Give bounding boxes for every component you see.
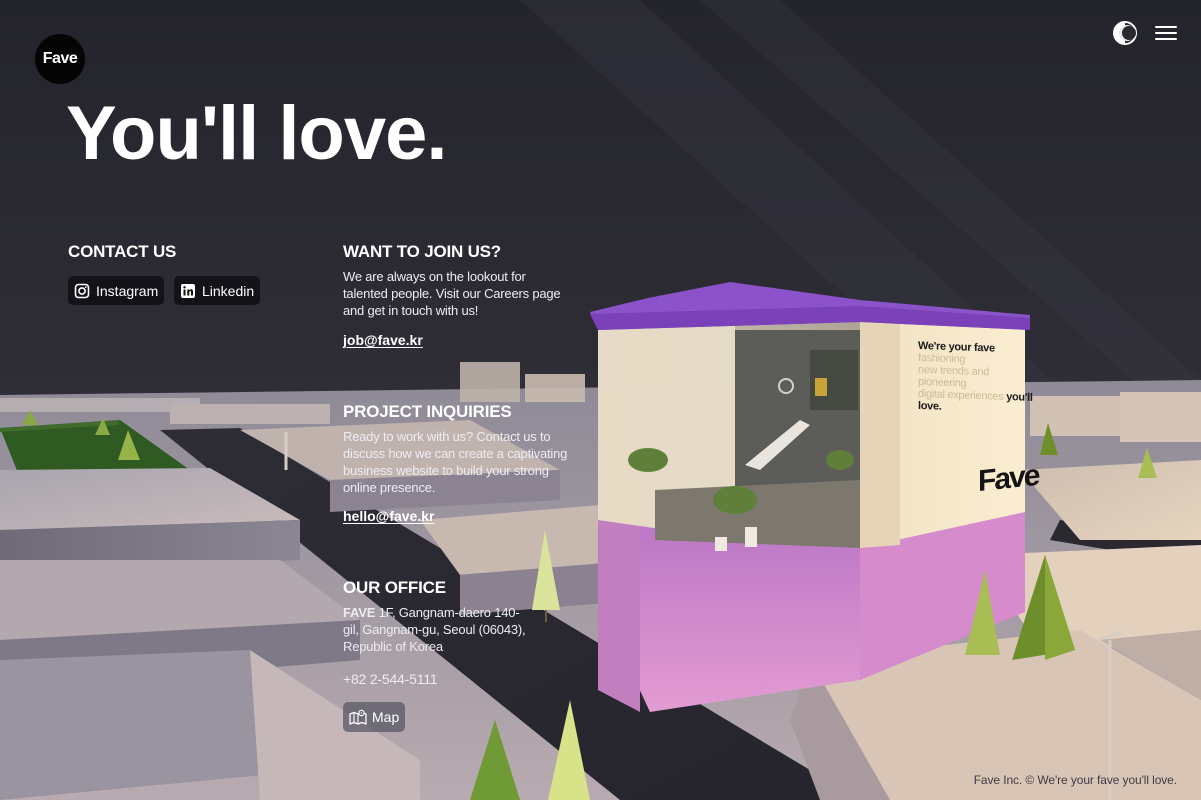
hello-email-link[interactable]: hello@fave.kr bbox=[343, 508, 434, 524]
inquiries-line: online presence. bbox=[343, 480, 436, 495]
inquiries-title: PROJECT INQUIRIES bbox=[343, 402, 512, 421]
join-description: We are always on the lookout for talente… bbox=[343, 268, 573, 319]
contact-title: CONTACT US bbox=[68, 242, 177, 261]
contrast-icon bbox=[1113, 21, 1137, 45]
instagram-button[interactable]: Instagram bbox=[68, 276, 165, 305]
theme-toggle-button[interactable] bbox=[1112, 20, 1138, 46]
fave-logo[interactable]: Fave bbox=[35, 34, 85, 84]
hero-title: You'll love. bbox=[66, 91, 448, 176]
office-title: OUR OFFICE bbox=[343, 578, 446, 597]
inquiries-line: business website to build your strong bbox=[343, 463, 549, 478]
map-label: Map bbox=[372, 709, 400, 725]
sign-bold-line: love. bbox=[918, 399, 942, 413]
inquiries-line: discuss how we can create a captivating bbox=[343, 446, 568, 461]
sign-bold-line: you'll bbox=[1006, 390, 1033, 404]
instagram-icon bbox=[74, 283, 90, 298]
address-line-1: FAVE 1F, Gangnam-daero 140- bbox=[343, 604, 543, 621]
building-sign: We're your fave fashioning new trends an… bbox=[918, 340, 1038, 416]
join-line: talented people. Visit our Careers page bbox=[343, 286, 561, 301]
sign-light-line: new trends and pioneering bbox=[918, 363, 990, 390]
map-icon bbox=[349, 709, 367, 725]
job-email-link[interactable]: job@fave.kr bbox=[343, 332, 423, 348]
company-name: FAVE bbox=[343, 605, 376, 620]
hamburger-line bbox=[1155, 32, 1177, 34]
instagram-label: Instagram bbox=[96, 282, 159, 299]
building-sign-logo: Fave bbox=[978, 458, 1039, 499]
office-phone[interactable]: +82 2-544-5111 bbox=[343, 671, 438, 688]
hamburger-menu-icon bbox=[1155, 26, 1177, 28]
logo-text: Fave bbox=[42, 50, 78, 67]
join-title: WANT TO JOIN US? bbox=[343, 242, 501, 261]
inquiries-description: Ready to work with us? Contact us to dis… bbox=[343, 428, 573, 496]
menu-button[interactable] bbox=[1153, 22, 1181, 44]
map-button[interactable]: Map bbox=[343, 702, 406, 732]
footer-copyright: Fave Inc. © We're your fave you'll love. bbox=[973, 773, 1177, 787]
inquiries-line: Ready to work with us? Contact us to bbox=[343, 429, 551, 444]
join-line: and get in touch with us! bbox=[343, 303, 479, 318]
linkedin-button[interactable]: Linkedin bbox=[174, 276, 261, 305]
address-text: 1F, Gangnam-daero 140- bbox=[375, 605, 520, 620]
join-line: We are always on the lookout for bbox=[343, 269, 526, 284]
linkedin-icon bbox=[181, 283, 195, 298]
hamburger-line bbox=[1155, 38, 1177, 40]
address-line-2: gil, Gangnam-gu, Seoul (06043), bbox=[343, 622, 526, 637]
office-address: FAVE 1F, Gangnam-daero 140- gil, Gangnam… bbox=[343, 604, 543, 655]
address-line-3: Republic of Korea bbox=[343, 639, 443, 654]
linkedin-label: Linkedin bbox=[202, 282, 255, 299]
